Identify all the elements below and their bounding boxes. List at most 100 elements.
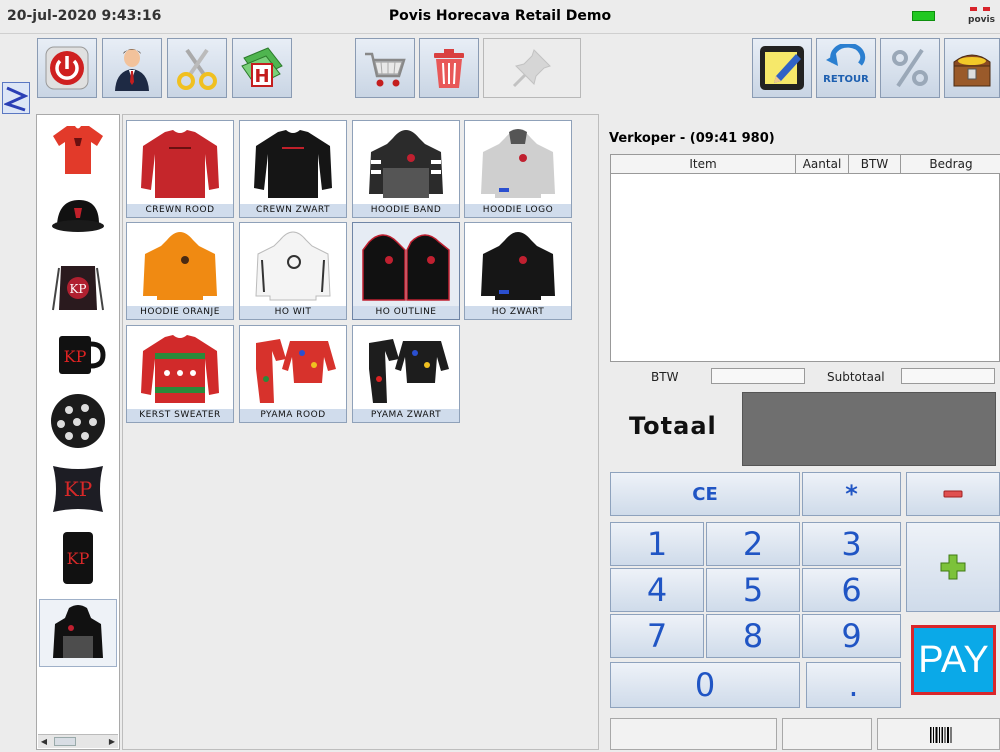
product-pyama-rood[interactable]: PYAMA ROOD: [239, 325, 347, 423]
key-0[interactable]: 0: [610, 662, 800, 708]
scissors-icon: [177, 48, 217, 90]
column-aantal[interactable]: Aantal: [796, 155, 849, 174]
power-button[interactable]: [37, 38, 97, 98]
key-1[interactable]: 1: [610, 522, 704, 566]
cash-drawer-button[interactable]: [944, 38, 1000, 98]
power-icon: [45, 46, 89, 90]
product-ho-wit[interactable]: HO WIT: [239, 222, 347, 320]
category-scrollbar[interactable]: ◀ ▶: [38, 734, 118, 748]
btw-value: [711, 368, 805, 384]
product-crewn-zwart[interactable]: CREWN ZWART: [239, 120, 347, 218]
category-panel: KP KP KP KP ◀ ▶: [36, 114, 120, 750]
status-led: [912, 11, 935, 21]
cart-button[interactable]: [355, 38, 415, 98]
svg-text:KP: KP: [67, 549, 90, 568]
side-tab[interactable]: [2, 82, 30, 114]
hoodie-icon: [143, 232, 217, 300]
percent-icon: [892, 48, 928, 88]
product-label: CREWN ROOD: [127, 204, 233, 217]
pushpin-icon: [512, 49, 551, 88]
key-2[interactable]: 2: [706, 522, 800, 566]
product-hoodie-logo[interactable]: HOODIE LOGO: [464, 120, 572, 218]
product-label: HO ZWART: [465, 306, 571, 319]
minus-button[interactable]: [906, 472, 1000, 516]
key-5[interactable]: 5: [706, 568, 800, 612]
subtotal-label: Subtotaal: [827, 370, 885, 384]
key-4[interactable]: 4: [610, 568, 704, 612]
ticket-table[interactable]: Item Aantal BTW Bedrag: [610, 154, 1000, 362]
key-3[interactable]: 3: [802, 522, 901, 566]
retour-button[interactable]: RETOUR: [816, 38, 876, 98]
shopping-cart-icon: [365, 52, 406, 87]
pillow-icon: KP: [53, 466, 103, 512]
pajama-icon: [369, 339, 449, 403]
category-tshirts[interactable]: [39, 115, 117, 183]
category-pillows[interactable]: KP: [39, 455, 117, 523]
hoodie-icon: [53, 605, 103, 658]
seller-label: Verkoper - (09:41 980): [609, 131, 775, 146]
product-crewn-rood[interactable]: CREWN ROOD: [126, 120, 234, 218]
subtotal-value: [901, 368, 995, 384]
input-field-1[interactable]: [610, 718, 777, 750]
column-bedrag[interactable]: Bedrag: [901, 155, 1000, 174]
scroll-thumb[interactable]: [54, 737, 76, 746]
minus-icon: [943, 490, 963, 498]
category-mugs[interactable]: KP: [39, 319, 117, 387]
product-label: HOODIE BAND: [353, 204, 459, 217]
multiply-button[interactable]: *: [802, 472, 901, 516]
key-9[interactable]: 9: [802, 614, 901, 658]
ce-button[interactable]: CE: [610, 472, 800, 516]
plus-icon: [940, 554, 966, 580]
cash-h-icon: H: [241, 47, 283, 87]
product-ho-outline[interactable]: HO OUTLINE: [352, 222, 460, 320]
key-dot[interactable]: .: [806, 662, 901, 708]
sweater-icon: [254, 130, 332, 198]
sweater-icon: [141, 335, 219, 403]
waiter-button[interactable]: [102, 38, 162, 98]
product-label: PYAMA ZWART: [353, 409, 459, 422]
input-field-2[interactable]: [782, 718, 872, 750]
key-8[interactable]: 8: [706, 614, 800, 658]
pin-button[interactable]: [483, 38, 581, 98]
scroll-right-icon[interactable]: ▶: [106, 735, 118, 748]
product-label: HOODIE LOGO: [465, 204, 571, 217]
app-title: Povis Horecava Retail Demo: [388, 8, 612, 24]
category-bags[interactable]: KP: [39, 251, 117, 319]
product-hoodie-band[interactable]: HOODIE BAND: [352, 120, 460, 218]
key-7[interactable]: 7: [610, 614, 704, 658]
tshirt-icon: [53, 126, 103, 174]
sweater-icon: [141, 130, 219, 198]
category-caps[interactable]: [39, 183, 117, 251]
category-balls[interactable]: [39, 387, 117, 455]
product-kerst-sweater[interactable]: KERST SWEATER: [126, 325, 234, 423]
key-6[interactable]: 6: [802, 568, 901, 612]
total-label: Totaal: [629, 412, 717, 440]
product-label: KERST SWEATER: [127, 409, 233, 422]
scroll-left-icon[interactable]: ◀: [38, 735, 50, 748]
discount-button[interactable]: [880, 38, 940, 98]
product-ho-zwart[interactable]: HO ZWART: [464, 222, 572, 320]
btw-label: BTW: [651, 370, 679, 384]
title-bar: 20-jul-2020 9:43:16 Povis Horecava Retai…: [0, 0, 1000, 34]
split-button[interactable]: [167, 38, 227, 98]
trash-icon: [434, 49, 464, 88]
column-btw[interactable]: BTW: [849, 155, 901, 174]
phone-case-icon: KP: [63, 532, 93, 584]
product-hoodie-oranje[interactable]: HOODIE ORANJE: [126, 222, 234, 320]
category-hoodies[interactable]: [39, 599, 117, 667]
hoodie-icon: [369, 130, 443, 198]
svg-text:KP: KP: [64, 347, 87, 366]
plus-button[interactable]: [906, 522, 1000, 612]
svg-text:H: H: [254, 66, 269, 87]
barcode-icon: [930, 727, 952, 743]
category-phone-cases[interactable]: KP: [39, 523, 117, 591]
drawstring-bag-icon: KP: [52, 266, 104, 311]
cash-h-button[interactable]: H: [232, 38, 292, 98]
pay-button[interactable]: PAY: [911, 625, 996, 695]
delete-button[interactable]: [419, 38, 479, 98]
logo-text: povis: [968, 15, 995, 25]
svg-text:KP: KP: [64, 477, 92, 501]
product-pyama-zwart[interactable]: PYAMA ZWART: [352, 325, 460, 423]
column-item[interactable]: Item: [611, 155, 796, 174]
edit-button[interactable]: [752, 38, 812, 98]
